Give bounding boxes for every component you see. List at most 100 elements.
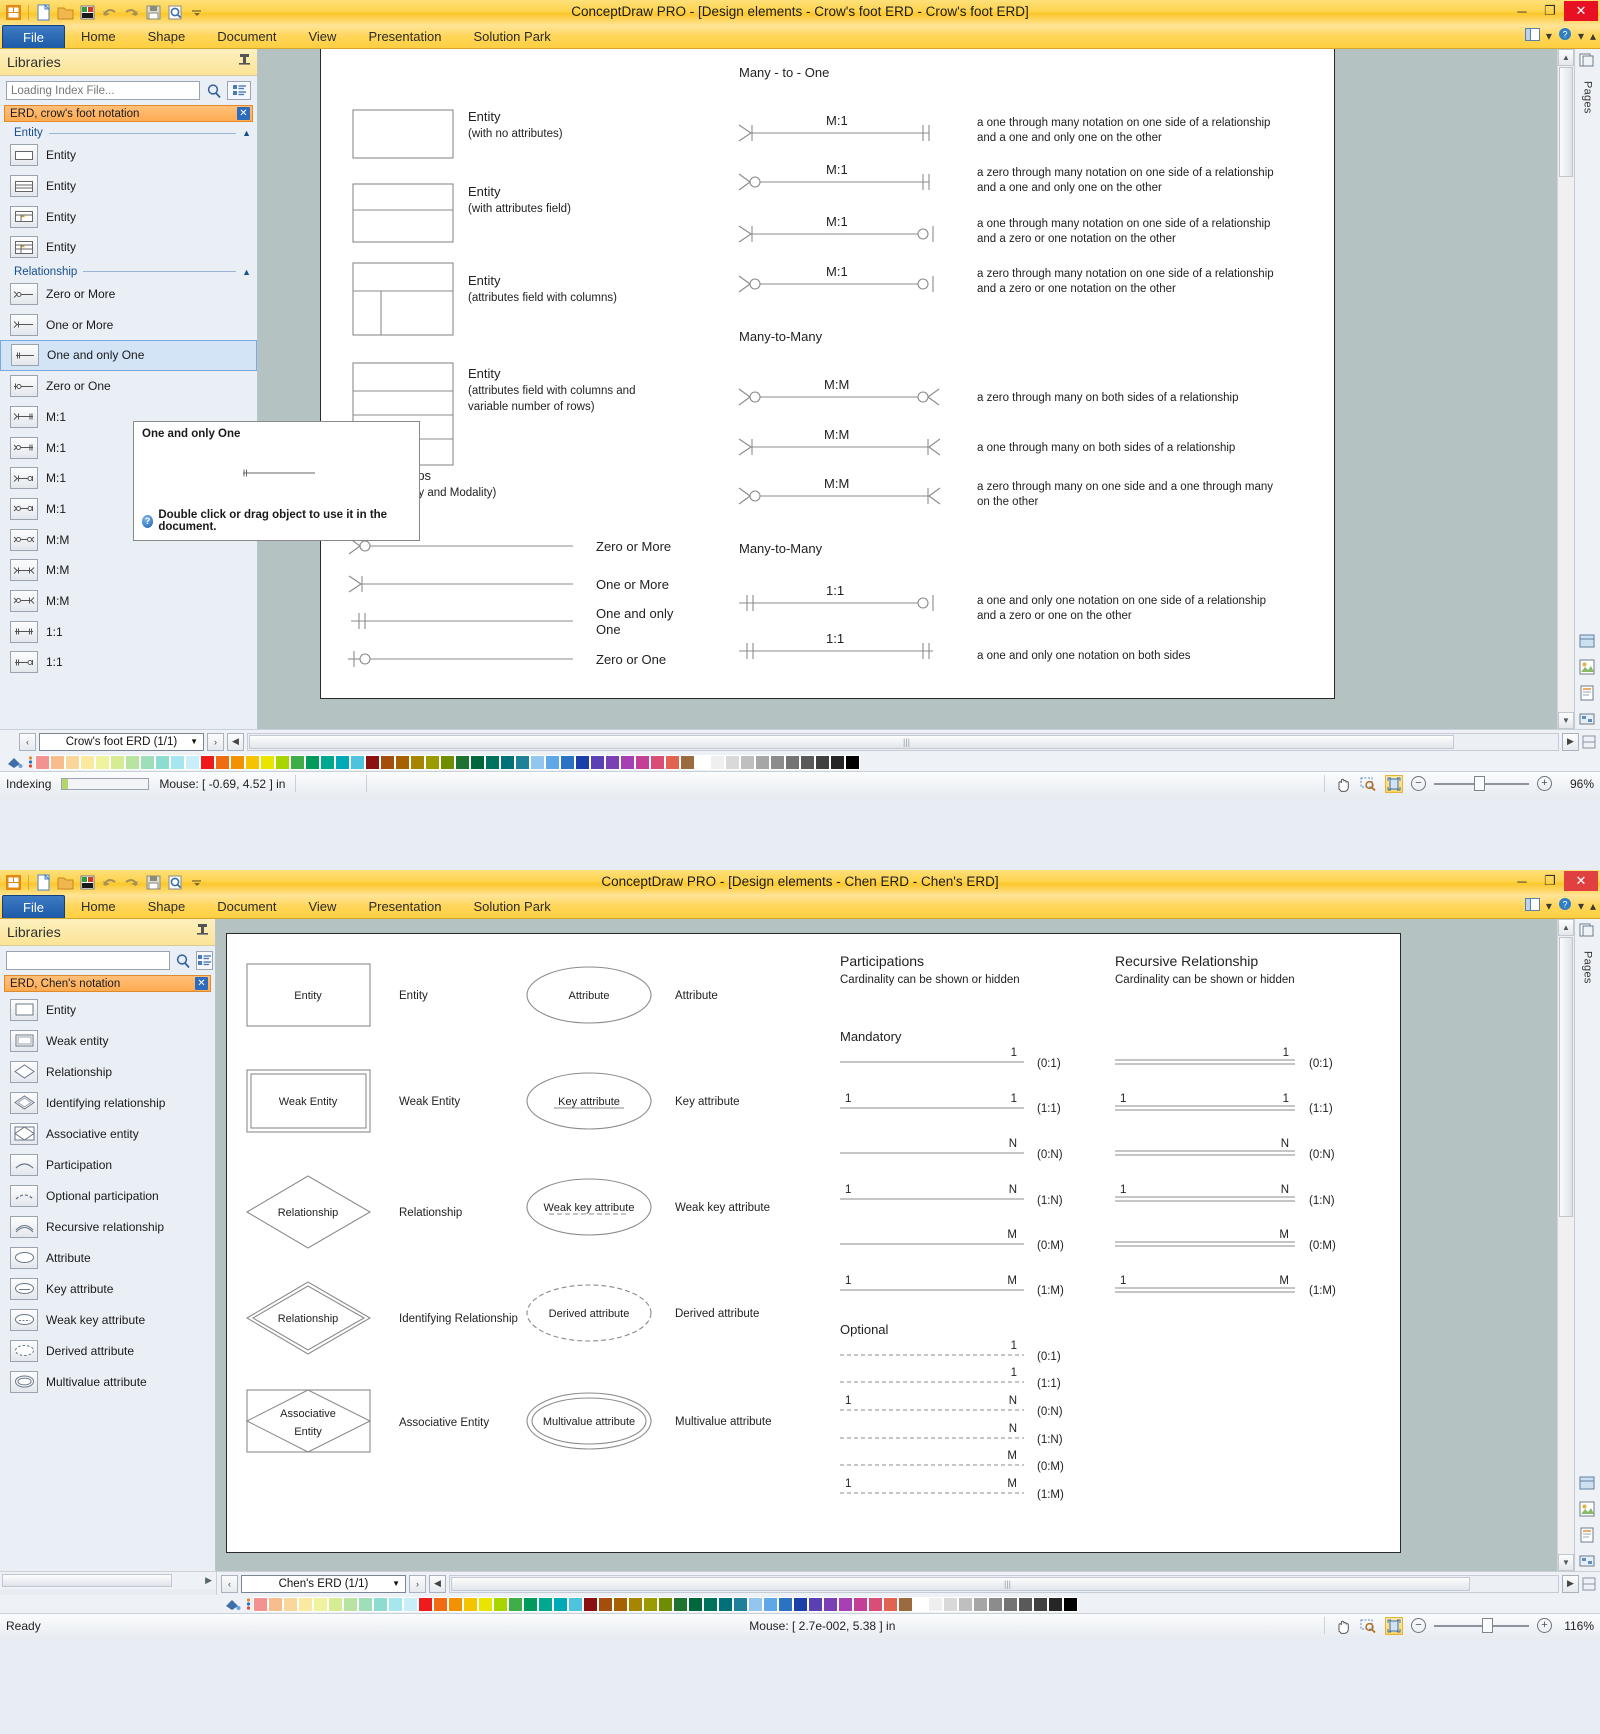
color-swatch[interactable] xyxy=(868,1596,883,1612)
color-swatch[interactable] xyxy=(823,1596,838,1612)
zoom-region-icon[interactable] xyxy=(1359,1617,1377,1635)
maximize-button[interactable]: ❐ xyxy=(1536,1,1564,21)
color-swatch[interactable] xyxy=(515,754,530,770)
scroll-left-button[interactable]: ◀ xyxy=(227,732,244,751)
help-icon[interactable]: ? xyxy=(1558,897,1572,914)
color-swatch[interactable] xyxy=(553,1596,568,1612)
next-page-button[interactable]: › xyxy=(207,732,224,751)
tab-shape[interactable]: Shape xyxy=(132,895,202,918)
chevron-down-icon[interactable]: ▼ xyxy=(190,737,198,746)
tab-home[interactable]: Home xyxy=(65,895,132,918)
color-swatch[interactable] xyxy=(778,1596,793,1612)
new-document-icon[interactable] xyxy=(34,3,53,22)
close-button[interactable]: ✕ xyxy=(1564,871,1598,891)
vertical-scrollbar[interactable]: ▲ ▼ xyxy=(1557,49,1574,729)
chevron-down-icon[interactable]: ▾ xyxy=(1546,29,1552,43)
prev-page-button[interactable]: ‹ xyxy=(19,732,36,751)
color-swatch[interactable] xyxy=(523,1596,538,1612)
zoom-region-icon[interactable] xyxy=(1359,775,1377,793)
new-document-icon[interactable] xyxy=(34,873,53,892)
open-folder-icon[interactable] xyxy=(56,3,75,22)
color-swatch[interactable] xyxy=(973,1596,988,1612)
vertical-scroll-thumb[interactable] xyxy=(1559,937,1573,1217)
drawing-canvas[interactable]: Entity Weak Entity Relationship Relation… xyxy=(216,919,1574,1571)
color-swatch[interactable] xyxy=(365,754,380,770)
save-icon[interactable] xyxy=(144,873,163,892)
color-swatch[interactable] xyxy=(283,1596,298,1612)
color-swatch[interactable] xyxy=(50,754,65,770)
color-swatch[interactable] xyxy=(380,754,395,770)
color-swatch[interactable] xyxy=(628,1596,643,1612)
color-swatch[interactable] xyxy=(245,754,260,770)
horizontal-scrollbar[interactable]: ||| xyxy=(247,732,1559,751)
color-swatch[interactable] xyxy=(298,1596,313,1612)
color-swatch[interactable] xyxy=(838,1596,853,1612)
library-item-attribute[interactable]: Attribute xyxy=(0,1242,215,1273)
palette-menu-icon[interactable] xyxy=(244,1597,253,1612)
color-swatch[interactable] xyxy=(740,754,755,770)
color-swatch[interactable] xyxy=(110,754,125,770)
hand-tool-icon[interactable] xyxy=(1333,1617,1351,1635)
library-item-key-attribute[interactable]: Key attribute xyxy=(0,1273,215,1304)
color-swatch[interactable] xyxy=(583,1596,598,1612)
zoom-out-button[interactable]: − xyxy=(1411,1618,1426,1633)
color-swatch[interactable] xyxy=(1063,1596,1078,1612)
library-panel-icon[interactable] xyxy=(1579,633,1597,651)
clipart-panel-icon[interactable] xyxy=(1579,659,1597,677)
search-input[interactable] xyxy=(6,951,170,970)
library-panel-icon[interactable] xyxy=(1579,1475,1597,1493)
color-swatch[interactable] xyxy=(1033,1596,1048,1612)
color-swatch[interactable] xyxy=(590,754,605,770)
customize-qat-icon[interactable] xyxy=(188,3,207,22)
library-item-entity-4[interactable]: Entity xyxy=(0,232,257,263)
ribbon-collapse-icon[interactable]: ▴ xyxy=(1590,29,1596,43)
vertical-scroll-thumb[interactable] xyxy=(1559,67,1573,177)
chevron-up-icon[interactable]: ▲ xyxy=(242,128,251,138)
scroll-up-button[interactable]: ▲ xyxy=(1558,919,1574,936)
color-swatch[interactable] xyxy=(140,754,155,770)
minimize-button[interactable]: ─ xyxy=(1508,871,1536,891)
undo-icon[interactable] xyxy=(100,3,119,22)
print-preview-icon[interactable] xyxy=(166,3,185,22)
color-swatches[interactable] xyxy=(35,754,860,770)
color-swatch[interactable] xyxy=(215,754,230,770)
fill-color-icon[interactable] xyxy=(220,1597,244,1612)
color-swatches[interactable] xyxy=(253,1596,1078,1612)
color-swatch[interactable] xyxy=(470,754,485,770)
color-swatch[interactable] xyxy=(305,754,320,770)
library-item-derived-attribute[interactable]: Derived attribute xyxy=(0,1335,215,1366)
color-swatch[interactable] xyxy=(260,754,275,770)
color-swatch[interactable] xyxy=(695,754,710,770)
chevron-down-icon[interactable]: ▾ xyxy=(1578,899,1584,913)
library-tab-chen[interactable]: ERD, Chen's notation ✕ xyxy=(4,975,211,992)
library-item-associative-entity[interactable]: Associative entity xyxy=(0,1118,215,1149)
ribbon-collapse-icon[interactable]: ▴ xyxy=(1590,899,1596,913)
tab-presentation[interactable]: Presentation xyxy=(352,895,457,918)
window-layout-icon[interactable] xyxy=(1524,897,1540,914)
color-swatch[interactable] xyxy=(785,754,800,770)
tab-file[interactable]: File xyxy=(2,895,65,918)
color-swatch[interactable] xyxy=(253,1596,268,1612)
redo-icon[interactable] xyxy=(122,3,141,22)
color-swatch[interactable] xyxy=(643,1596,658,1612)
library-item-11-a[interactable]: 1:1 xyxy=(0,616,257,647)
color-swatch[interactable] xyxy=(155,754,170,770)
list-view-icon[interactable] xyxy=(227,81,251,100)
color-swatch[interactable] xyxy=(290,754,305,770)
library-item-recursive-relationship[interactable]: Recursive relationship xyxy=(0,1211,215,1242)
library-item-11-b[interactable]: 1:1 xyxy=(0,647,257,678)
color-swatch[interactable] xyxy=(988,1596,1003,1612)
chevron-down-icon[interactable]: ▾ xyxy=(1578,29,1584,43)
maximize-button[interactable]: ❐ xyxy=(1536,871,1564,891)
rapid-draw-icon[interactable] xyxy=(1579,711,1597,729)
app-logo-icon[interactable] xyxy=(4,3,23,22)
hand-tool-icon[interactable] xyxy=(1333,775,1351,793)
color-swatch[interactable] xyxy=(800,754,815,770)
zoom-in-button[interactable]: + xyxy=(1537,1618,1552,1633)
tab-presentation[interactable]: Presentation xyxy=(352,25,457,48)
pin-icon[interactable] xyxy=(197,924,208,940)
library-tab-crowsfoot[interactable]: ERD, crow's foot notation ✕ xyxy=(4,105,253,122)
search-icon[interactable] xyxy=(175,952,191,969)
sidebar-horizontal-scrollbar[interactable]: ▶ xyxy=(0,1571,216,1589)
pages-panel-icon[interactable] xyxy=(1579,923,1597,941)
